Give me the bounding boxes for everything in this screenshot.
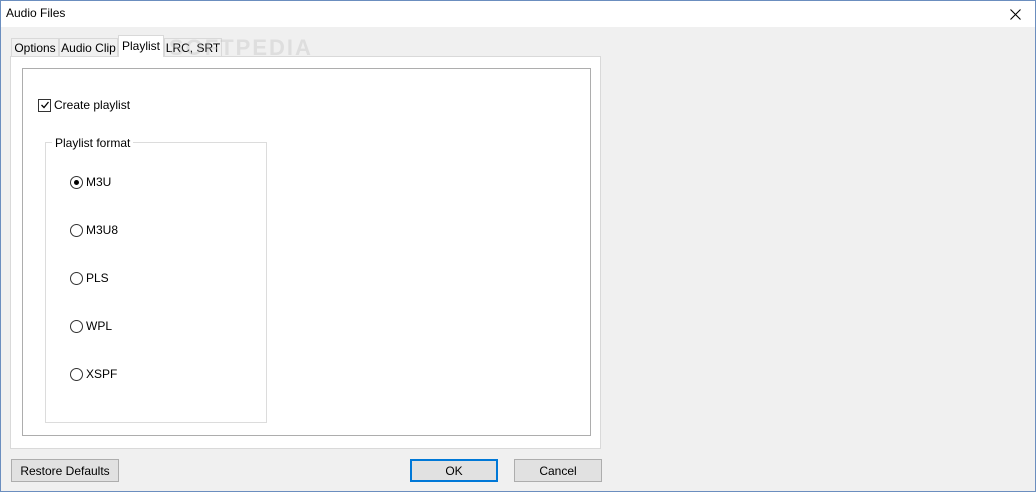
playlist-format-group: Playlist format M3U M3U8 PLS WPL XSPF bbox=[45, 136, 267, 423]
radio-button[interactable] bbox=[70, 271, 83, 285]
restore-defaults-button[interactable]: Restore Defaults bbox=[11, 459, 119, 482]
content-frame: Create playlist Playlist format M3U M3U8… bbox=[22, 68, 591, 436]
radio-label: XSPF bbox=[86, 367, 118, 381]
title-bar: Audio Files bbox=[1, 1, 1035, 27]
radio-wpl[interactable]: WPL bbox=[70, 319, 112, 333]
radio-label: PLS bbox=[86, 271, 109, 285]
playlist-format-label: Playlist format bbox=[52, 136, 134, 150]
window-title: Audio Files bbox=[6, 6, 66, 20]
radio-label: M3U bbox=[86, 175, 112, 189]
radio-label: WPL bbox=[86, 319, 113, 333]
radio-m3u[interactable]: M3U bbox=[70, 175, 111, 189]
create-playlist-label: Create playlist bbox=[54, 98, 131, 112]
close-icon bbox=[1009, 8, 1021, 20]
radio-label: M3U8 bbox=[86, 223, 119, 237]
radio-button[interactable] bbox=[70, 367, 83, 381]
radio-button[interactable] bbox=[70, 319, 83, 333]
radio-pls[interactable]: PLS bbox=[70, 271, 109, 285]
checkmark-icon bbox=[40, 101, 49, 109]
radio-xspf[interactable]: XSPF bbox=[70, 367, 117, 381]
tab-options[interactable]: Options bbox=[11, 38, 59, 56]
playlist-tab-panel: Create playlist Playlist format M3U M3U8… bbox=[10, 56, 601, 449]
create-playlist-checkbox[interactable]: Create playlist bbox=[38, 98, 130, 112]
close-button[interactable] bbox=[995, 1, 1035, 27]
cancel-button[interactable]: Cancel bbox=[514, 459, 602, 482]
tab-audio-clip[interactable]: Audio Clip bbox=[59, 38, 118, 56]
tab-playlist[interactable]: Playlist bbox=[118, 35, 164, 57]
ok-button[interactable]: OK bbox=[410, 459, 498, 482]
audio-files-dialog: Audio Files Options Audio Clip Playlist … bbox=[0, 0, 1036, 492]
create-playlist-checkbox-box[interactable] bbox=[38, 98, 51, 112]
radio-button[interactable] bbox=[70, 175, 83, 189]
radio-m3u8[interactable]: M3U8 bbox=[70, 223, 118, 237]
tab-lrc-srt[interactable]: LRC, SRT bbox=[164, 38, 222, 56]
radio-button[interactable] bbox=[70, 223, 83, 237]
